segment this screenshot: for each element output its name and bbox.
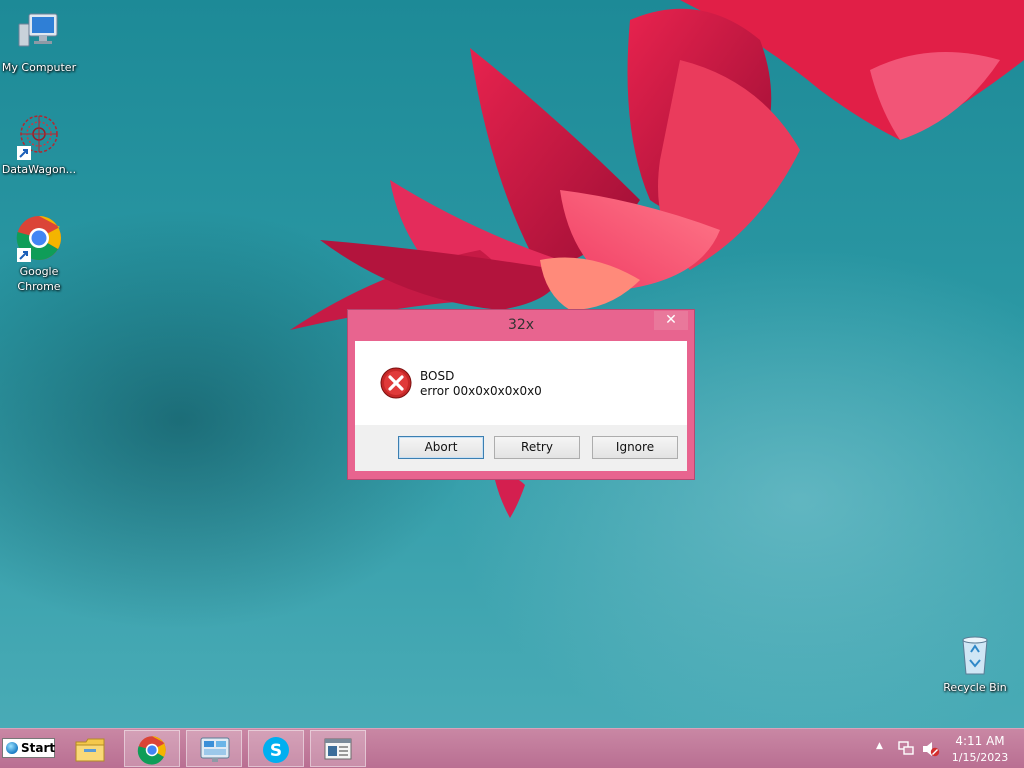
ignore-button[interactable]: Ignore xyxy=(592,436,678,459)
desktop: My Computer DataWagon... Google Chrome R… xyxy=(0,0,1024,728)
abort-button[interactable]: Abort xyxy=(398,436,484,459)
desktop-icon-label: Recycle Bin xyxy=(943,681,1007,694)
file-explorer-icon xyxy=(75,738,105,762)
desktop-icon-google-chrome[interactable]: Google Chrome xyxy=(0,214,79,294)
start-label: Start xyxy=(21,741,56,755)
taskbar-item-chrome[interactable] xyxy=(124,730,180,767)
taskbar-item-skype[interactable]: S xyxy=(248,730,304,767)
close-icon: ✕ xyxy=(665,312,677,328)
error-message-detail: error 00x0x0x0x0x0 xyxy=(420,384,542,398)
desktop-icon-label: Google Chrome xyxy=(17,265,61,293)
desktop-icon-datawagon[interactable]: DataWagon... xyxy=(0,112,79,177)
start-button[interactable]: Start xyxy=(2,738,55,758)
desktop-icon-recycle-bin[interactable]: Recycle Bin xyxy=(935,630,1015,695)
chrome-icon xyxy=(137,736,166,765)
close-button[interactable]: ✕ xyxy=(654,311,688,330)
start-orb-icon xyxy=(6,742,18,754)
error-icon xyxy=(380,367,412,399)
window-app-icon xyxy=(324,738,352,760)
desktop-icon-label: My Computer xyxy=(1,61,77,74)
taskbar-item-window-app[interactable] xyxy=(310,730,366,767)
desktop-icon-my-computer[interactable]: My Computer xyxy=(0,10,79,75)
volume-muted-icon[interactable] xyxy=(922,741,940,757)
shortcut-arrow-icon xyxy=(17,146,31,160)
taskbar: Start S ▲ 4:11 AM 1/15/2023 xyxy=(0,728,1024,768)
network-icon[interactable] xyxy=(898,741,914,755)
recycle-bin-icon xyxy=(951,630,999,678)
error-message-title: BOSD xyxy=(420,369,455,383)
retry-button[interactable]: Retry xyxy=(494,436,580,459)
clock-date[interactable]: 1/15/2023 xyxy=(944,751,1016,764)
skype-icon: S xyxy=(263,737,289,763)
chrome-icon xyxy=(15,214,63,262)
svg-text:S: S xyxy=(270,741,282,761)
taskbar-item-control-panel[interactable] xyxy=(186,730,242,767)
desktop-icon-label: DataWagon... xyxy=(1,163,77,176)
computer-icon xyxy=(15,10,63,58)
dialog-body: BOSD error 00x0x0x0x0x0 xyxy=(355,341,687,425)
datawagon-icon xyxy=(15,112,63,160)
dialog-title: 32x xyxy=(507,317,535,333)
dialog-button-bar: Abort Retry Ignore xyxy=(355,425,687,471)
control-panel-icon xyxy=(200,737,230,762)
taskbar-item-file-explorer[interactable] xyxy=(62,730,118,767)
clock-time[interactable]: 4:11 AM xyxy=(944,734,1016,748)
error-dialog[interactable]: 32x ✕ BOSD error 00x0x0x0x0x0 Abort Retr… xyxy=(347,309,695,480)
show-hidden-icons-button[interactable]: ▲ xyxy=(876,741,883,751)
shortcut-arrow-icon xyxy=(17,248,31,262)
